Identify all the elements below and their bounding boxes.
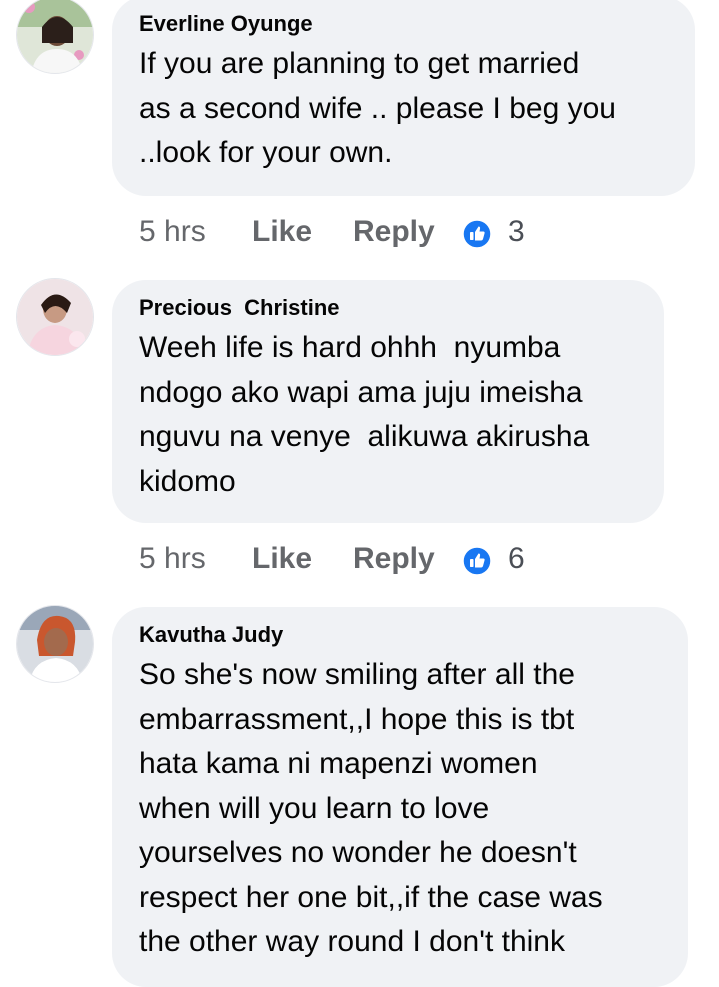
avatar[interactable] [16, 605, 94, 683]
avatar[interactable] [16, 0, 94, 74]
comment-text: So she's now smiling after all the embar… [139, 653, 662, 965]
comment-bubble: Kavutha Judy So she's now smiling after … [112, 607, 688, 987]
comment-line: as a second wife .. please I beg you [139, 91, 616, 125]
comment-line: embarrassment,,I hope this is tbt [139, 702, 575, 736]
comment-line: yourselves no wonder he doesn't [139, 836, 577, 869]
author-name[interactable]: Everline Oyunge [139, 10, 669, 38]
author-name[interactable]: Kavutha Judy [139, 621, 662, 649]
comment-line: So she's now smiling after all the [139, 658, 575, 691]
thumbs-up-icon[interactable] [462, 219, 492, 249]
comment-line: when will you learn to love [139, 791, 490, 825]
comment-text: If you are planning to get married as a … [139, 42, 669, 176]
comment-bubble: Everline Oyunge If you are planning to g… [112, 0, 695, 196]
avatar[interactable] [16, 278, 94, 356]
comment-line: If you are planning to get married [139, 47, 580, 80]
comment-line: the other way round I don't think [139, 925, 565, 958]
comment-bubble: Precious Christine Weeh life is hard ohh… [112, 280, 664, 523]
comment-line: ndogo ako wapi ama juju imeisha [139, 375, 583, 409]
timestamp[interactable]: 5 hrs [139, 539, 206, 579]
avatar-photo [17, 279, 93, 355]
comment-line: ..look for your own. [139, 136, 393, 169]
reaction-count[interactable]: 3 [508, 212, 525, 252]
timestamp[interactable]: 5 hrs [139, 212, 206, 252]
like-button[interactable]: Like [252, 212, 312, 252]
reaction-count[interactable]: 6 [508, 539, 525, 579]
avatar-photo [17, 0, 93, 73]
comment-line: Weeh life is hard ohhh nyumba [139, 331, 561, 364]
thumbs-up-icon[interactable] [462, 546, 492, 576]
avatar-photo [17, 606, 93, 682]
comment-text: Weeh life is hard ohhh nyumba ndogo ako … [139, 326, 638, 504]
comment-line: nguvu na venye alikuwa akirusha [139, 420, 590, 453]
reply-button[interactable]: Reply [353, 212, 435, 252]
reply-button[interactable]: Reply [353, 539, 435, 579]
comment-line: kidomo [139, 464, 236, 498]
like-button[interactable]: Like [252, 539, 312, 579]
author-name[interactable]: Precious Christine [139, 294, 638, 322]
comment-line: hata kama ni mapenzi women [139, 747, 538, 780]
comment-line: respect her one bit,,if the case was [139, 880, 603, 914]
